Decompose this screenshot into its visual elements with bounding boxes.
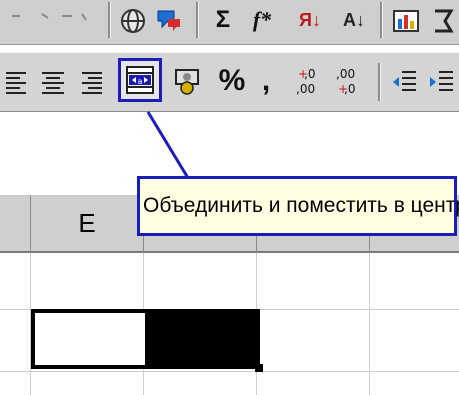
fill-handle[interactable] bbox=[255, 364, 263, 372]
gridline bbox=[0, 371, 459, 372]
gridline bbox=[369, 253, 370, 395]
merge-center-tooltip: Объединить и поместить в центре bbox=[137, 176, 459, 236]
tooltip-text: Объединить и поместить в центре bbox=[143, 194, 459, 217]
column-header-D[interactable] bbox=[0, 195, 31, 253]
selected-range[interactable] bbox=[31, 309, 260, 369]
column-header-E[interactable]: E bbox=[31, 195, 144, 253]
selected-cell-fill[interactable] bbox=[145, 313, 256, 365]
